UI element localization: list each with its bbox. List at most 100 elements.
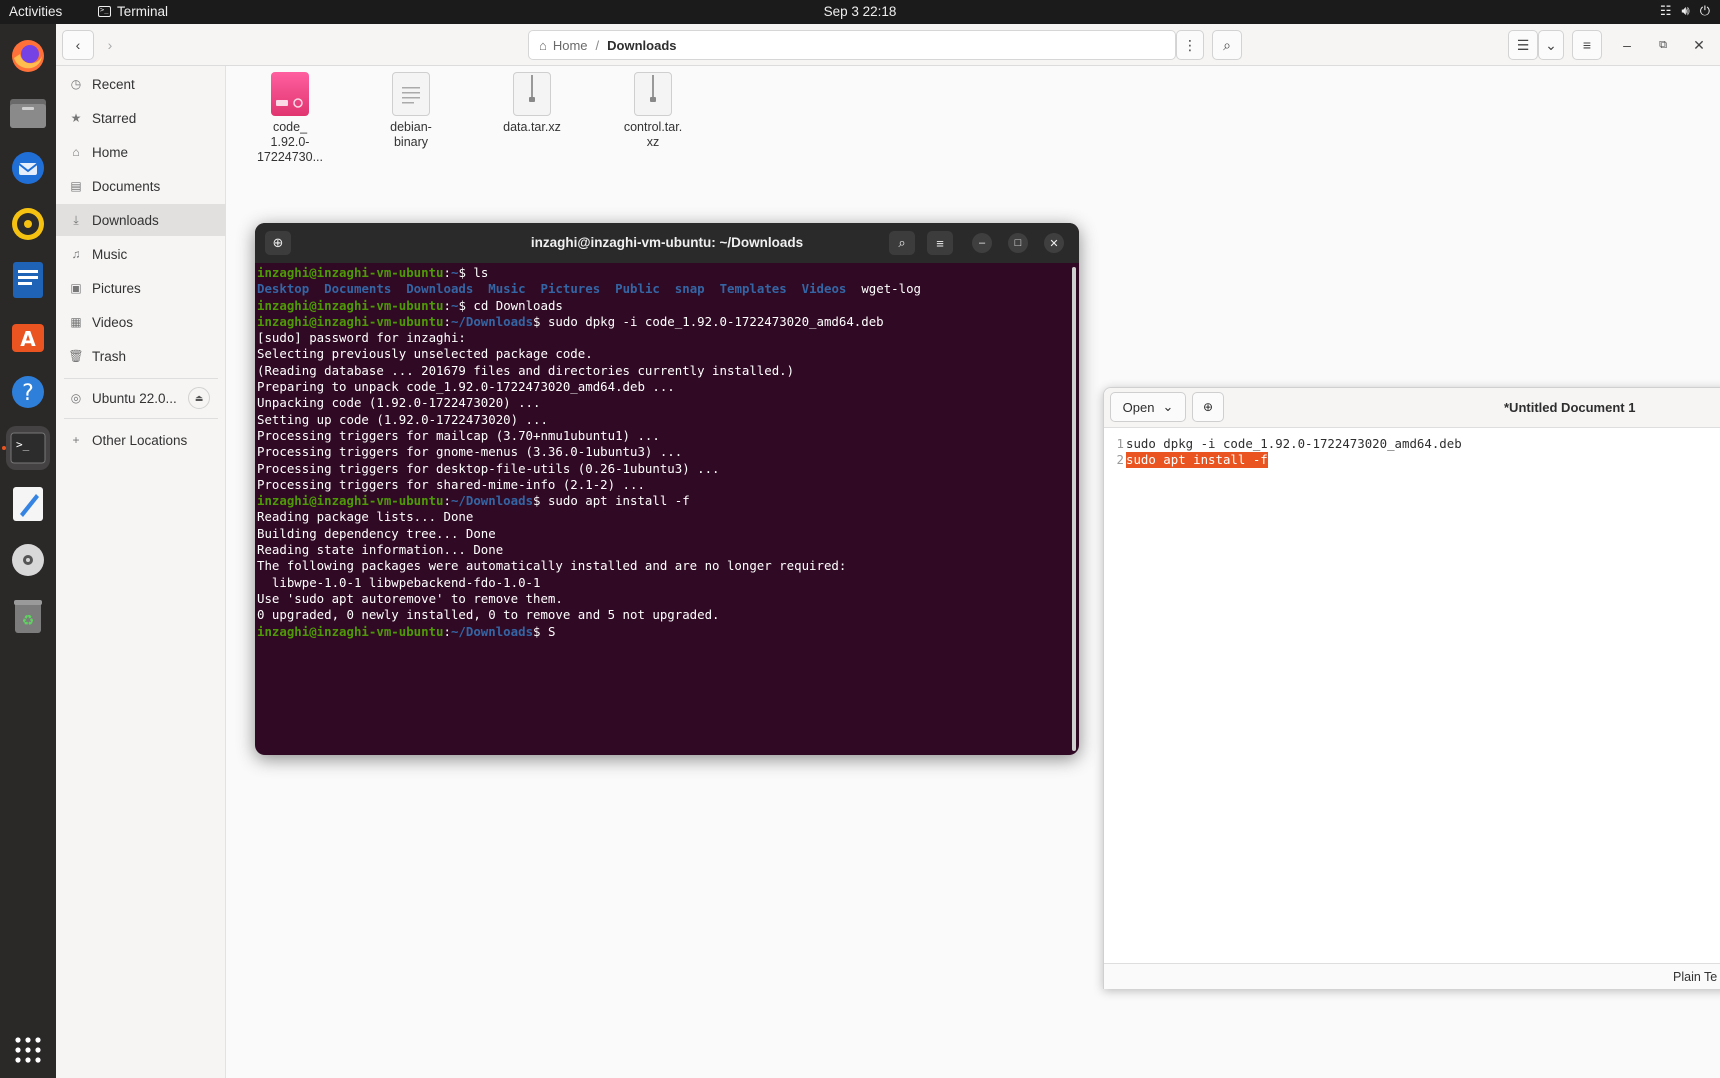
help-icon[interactable]: ? xyxy=(6,370,50,414)
svg-text:?: ? xyxy=(22,381,34,406)
trash-small-icon: 🗑︎ xyxy=(68,349,84,363)
terminal-line: The following packages were automaticall… xyxy=(257,558,847,574)
app-center-icon[interactable]: A xyxy=(6,314,50,358)
new-tab-button[interactable]: ⊕ xyxy=(265,231,291,255)
eject-icon[interactable]: ⏏ xyxy=(188,387,210,409)
network-icon: ☷ xyxy=(1659,3,1672,18)
view-list-button[interactable]: ☰ xyxy=(1508,30,1538,60)
text-editor-icon[interactable] xyxy=(6,482,50,526)
terminal-line: Selecting previously unselected package … xyxy=(257,346,593,362)
sidebar-item-documents[interactable]: ▤ Documents xyxy=(56,170,226,202)
sidebar-item-music[interactable]: ♫ Music xyxy=(56,238,226,270)
open-button[interactable]: Open ⌄ xyxy=(1110,392,1186,422)
search-button[interactable]: ⌕ xyxy=(1212,30,1242,60)
disc-icon[interactable] xyxy=(6,538,50,582)
forward-button[interactable]: › xyxy=(94,30,126,60)
forward-icon: › xyxy=(107,37,113,53)
path-home[interactable]: Home xyxy=(553,38,588,53)
terminal-headerbar: inzaghi@inzaghi-vm-ubuntu: ~/Downloads ⊕… xyxy=(255,223,1079,263)
archive-file-icon xyxy=(513,72,551,116)
dock: A ? >_ ♻ xyxy=(0,24,56,1078)
sidebar-item-starred[interactable]: ★ Starred xyxy=(56,102,226,134)
terminal-line: Processing triggers for mailcap (3.70+nm… xyxy=(257,427,660,443)
line-text: sudo dpkg -i code_1.92.0-1722473020_amd6… xyxy=(1126,436,1462,451)
thunderbird-icon[interactable] xyxy=(6,146,50,190)
sidebar-label: Downloads xyxy=(92,212,159,228)
clock[interactable]: Sep 3 22:18 xyxy=(824,4,897,19)
new-document-icon: ⊕ xyxy=(1202,400,1214,414)
restore-icon: ⧉ xyxy=(1659,38,1667,51)
terminal-search-button[interactable]: ⌕ xyxy=(889,231,915,255)
sidebar-item-trash[interactable]: 🗑︎ Trash xyxy=(56,340,226,372)
maximize-button[interactable]: ⧉ xyxy=(1650,30,1676,60)
hamburger-icon: ≡ xyxy=(936,235,944,251)
terminal-scrollbar[interactable] xyxy=(1072,267,1076,751)
file-name-line: xz xyxy=(646,135,660,149)
path-menu-button[interactable]: ⋮ xyxy=(1176,30,1204,60)
terminal-icon[interactable]: >_ xyxy=(6,426,50,470)
language-selector[interactable]: Plain Te xyxy=(1673,970,1717,984)
app-menu[interactable]: >_ Terminal xyxy=(98,4,168,19)
files-icon[interactable] xyxy=(6,90,50,134)
clock-icon: ◷ xyxy=(70,77,82,91)
terminal-line: Processing triggers for desktop-file-uti… xyxy=(257,460,720,476)
sidebar-item-videos[interactable]: ▦ Videos xyxy=(56,306,226,338)
terminal-close-button[interactable]: ✕ xyxy=(1044,233,1064,253)
terminal-line: inzaghi@inzaghi-vm-ubuntu:~/Downloads$ s… xyxy=(257,313,884,329)
firefox-icon[interactable] xyxy=(6,34,50,78)
home-icon: ⌂ xyxy=(72,145,80,159)
rhythmbox-icon[interactable] xyxy=(6,202,50,246)
terminal-line: Unpacking code (1.92.0-1722473020) ... xyxy=(257,395,541,411)
show-apps-icon[interactable] xyxy=(6,1028,50,1072)
app-name: Terminal xyxy=(117,4,169,19)
plus-icon: + xyxy=(72,433,80,447)
terminal-output[interactable]: inzaghi@inzaghi-vm-ubuntu:~$ ls Desktop D… xyxy=(257,265,1067,753)
terminal-line: Setting up code (1.92.0-1722473020) ... xyxy=(257,411,548,427)
sidebar-item-other-locations[interactable]: + Other Locations xyxy=(56,424,226,456)
terminal-line: Use 'sudo apt autoremove' to remove them… xyxy=(257,590,563,606)
sidebar-item-recent[interactable]: ◷ Recent xyxy=(56,68,226,100)
terminal-minimize-button[interactable]: – xyxy=(972,233,992,253)
close-button[interactable]: ✕ xyxy=(1686,30,1712,60)
terminal-window[interactable]: inzaghi@inzaghi-vm-ubuntu: ~/Downloads ⊕… xyxy=(255,223,1079,755)
new-document-button[interactable]: ⊕ xyxy=(1192,392,1224,422)
selected-line-text: sudo apt install -f xyxy=(1126,452,1268,468)
activities-button[interactable]: Activities xyxy=(9,4,62,19)
terminal-menu-button[interactable]: ≡ xyxy=(927,231,953,255)
sidebar-item-ubuntu-volume[interactable]: ◎ Ubuntu 22.0... ⏏ xyxy=(56,382,226,414)
back-icon: ‹ xyxy=(75,37,81,53)
running-indicator xyxy=(2,446,6,450)
main-menu-button[interactable]: ≡ xyxy=(1572,30,1602,60)
back-button[interactable]: ‹ xyxy=(62,30,94,60)
editor-text-area[interactable]: 1 sudo dpkg -i code_1.92.0-1722473020_am… xyxy=(1104,428,1720,951)
svg-text:♻: ♻ xyxy=(22,613,35,629)
terminal-line: Preparing to unpack code_1.92.0-17224730… xyxy=(257,379,675,395)
file-item-data-tar-xz[interactable]: data.tar.xz xyxy=(482,72,582,135)
search-icon: ⌕ xyxy=(898,235,906,250)
view-options-button[interactable]: ⌄ xyxy=(1538,30,1564,60)
sidebar-item-home[interactable]: ⌂ Home xyxy=(56,136,226,168)
terminal-maximize-button[interactable]: □ xyxy=(1008,233,1028,253)
writer-icon[interactable] xyxy=(6,258,50,302)
sidebar-label: Ubuntu 22.0... xyxy=(92,390,177,406)
editor-statusbar: Plain Te xyxy=(1104,963,1720,989)
files-headerbar: ‹ › ⌂ Home / Downloads ⋮ ⌕ ☰ ⌄ ≡ – ⧉ ✕ xyxy=(56,24,1720,66)
sidebar-divider xyxy=(64,378,218,379)
file-name-line: 17224730... xyxy=(256,150,324,164)
editor-line: 1 sudo dpkg -i code_1.92.0-1722473020_am… xyxy=(1104,436,1720,452)
trash-icon[interactable]: ♻ xyxy=(6,594,50,638)
text-editor-window[interactable]: Open ⌄ ⊕ *Untitled Document 1 1 sudo dpkg… xyxy=(1103,387,1720,989)
sidebar-item-downloads[interactable]: ⤓ Downloads xyxy=(56,204,226,236)
minimize-button[interactable]: – xyxy=(1614,30,1640,60)
close-icon: ✕ xyxy=(1049,237,1059,250)
sidebar-label: Documents xyxy=(92,178,161,194)
sidebar-label: Videos xyxy=(92,314,134,330)
file-item-control-tar-xz[interactable]: control.tar. xz xyxy=(603,72,703,150)
sidebar-label: Other Locations xyxy=(92,432,188,448)
path-bar[interactable]: ⌂ Home / Downloads xyxy=(528,30,1176,60)
file-item-debian-binary[interactable]: debian- binary xyxy=(361,72,461,150)
path-current[interactable]: Downloads xyxy=(607,38,676,53)
system-tray[interactable]: ☷ 🔊︎ ⏻ xyxy=(1660,3,1710,19)
file-item-code-deb[interactable]: code_ 1.92.0- 17224730... xyxy=(240,72,340,165)
sidebar-item-pictures[interactable]: ▣ Pictures xyxy=(56,272,226,304)
